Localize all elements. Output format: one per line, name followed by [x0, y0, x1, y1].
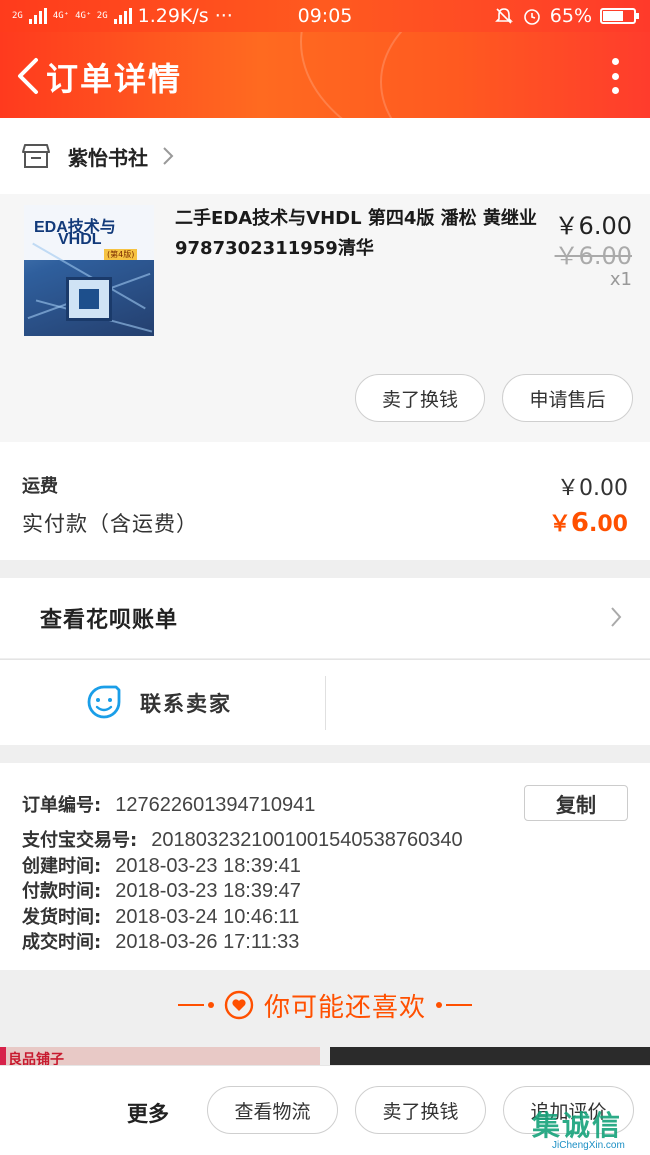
paid-decimal: .00	[589, 512, 628, 537]
status-time: 09:05	[297, 5, 353, 27]
resell-button[interactable]: 卖了换钱	[355, 374, 485, 422]
created-time-row: 创建时间: 2018-03-23 18:39:41	[22, 852, 301, 878]
item-original-price: ￥6.00	[554, 242, 632, 270]
signal-bars-icon-2	[113, 8, 132, 24]
signal-label-1: 2G	[12, 10, 23, 21]
item-quantity: x1	[609, 269, 632, 290]
signal-bars-icon	[28, 8, 47, 24]
paid-currency: ￥	[548, 512, 571, 537]
contact-row: 联系卖家	[0, 659, 650, 745]
created-time-value: 2018-03-23 18:39:41	[115, 855, 301, 877]
cover-title-2: VHDL	[58, 231, 102, 248]
view-logistics-button[interactable]: 查看物流	[207, 1086, 338, 1134]
more-options-icon[interactable]	[610, 58, 620, 94]
shop-icon	[22, 144, 50, 168]
recommend-title: 你可能还喜欢	[263, 992, 426, 1023]
alipay-trade-value: 2018032321001001540538760340	[151, 829, 463, 851]
status-left: 2G 4G⁺ 4G⁺ 2G 1.29K/s ···	[12, 5, 233, 27]
paid-int: 6	[570, 508, 590, 538]
shipping-label: 运费	[22, 476, 58, 497]
deal-time-label: 成交时间:	[22, 932, 102, 953]
paid-time-row: 付款时间: 2018-03-23 18:39:47	[22, 877, 301, 903]
watermark-logo: 集诚信 JiChengXin.com	[532, 1104, 644, 1152]
watermark-text: 集诚信	[532, 1110, 623, 1141]
divider	[325, 676, 326, 730]
heart-icon	[224, 990, 254, 1020]
page-title: 订单详情	[46, 60, 183, 98]
battery-fill	[603, 11, 623, 21]
after-sale-button[interactable]: 申请售后	[502, 374, 633, 422]
bottom-action-bar: 更多 查看物流 卖了换钱 追加评价 集诚信 JiChengXin.com	[0, 1065, 650, 1155]
shop-row[interactable]: 紫怡书社	[0, 118, 650, 194]
chat-smile-icon[interactable]	[86, 684, 122, 720]
status-right: 65%	[494, 5, 639, 27]
paid-time-label: 付款时间:	[22, 881, 102, 902]
network-speed: 1.29K/s	[137, 5, 209, 27]
more-button[interactable]: 更多	[127, 1098, 169, 1128]
shipped-time-label: 发货时间:	[22, 907, 102, 928]
signal-label-3: 4G⁺ 2G	[75, 10, 108, 21]
paid-time-value: 2018-03-23 18:39:47	[115, 880, 301, 902]
status-more-dots: ···	[214, 5, 233, 27]
shipped-time-row: 发货时间: 2018-03-24 10:46:11	[22, 903, 299, 929]
order-number-label: 订单编号:	[22, 795, 102, 816]
huabei-bill-row[interactable]: 查看花呗账单	[0, 578, 650, 658]
huabei-bill-label: 查看花呗账单	[40, 608, 179, 633]
item-title[interactable]: 二手EDA技术与VHDL 第四4版 潘松 黄继业 9787302311959清华	[175, 204, 540, 264]
shop-name: 紫怡书社	[68, 145, 148, 170]
recommend-banner: 你可能还喜欢	[0, 975, 650, 1035]
deal-time-row: 成交时间: 2018-03-26 17:11:33	[22, 928, 299, 954]
book-cover-image: EDA技术与 VHDL (第4版)	[24, 205, 154, 336]
fee-section: 运费 ￥0.00 实付款（含运费） ￥6.00	[0, 442, 650, 560]
header: 订单详情	[0, 32, 650, 118]
shipping-value: ￥0.00	[557, 476, 628, 501]
battery-icon	[600, 8, 639, 24]
watermark-sub: JiChengXin.com	[552, 1140, 625, 1151]
deal-time-value: 2018-03-26 17:11:33	[115, 931, 300, 953]
alipay-trade-row: 支付宝交易号: 2018032321001001540538760340	[22, 826, 463, 852]
order-item[interactable]: EDA技术与 VHDL (第4版) 二手EDA技术与VHDL 第四4版 潘松 黄…	[0, 194, 650, 442]
order-number-row: 订单编号: 127622601394710941	[22, 791, 315, 817]
status-bar: 2G 4G⁺ 4G⁺ 2G 1.29K/s ··· 09:05 65%	[0, 0, 650, 32]
cover-edition: (第4版)	[104, 249, 138, 260]
created-time-label: 创建时间:	[22, 856, 102, 877]
signal-label-2: 4G⁺	[52, 10, 70, 21]
alarm-icon	[523, 9, 540, 25]
shipped-time-value: 2018-03-24 10:46:11	[115, 906, 300, 928]
recommend-card-2[interactable]	[330, 1047, 650, 1067]
back-arrow-icon[interactable]	[14, 56, 44, 96]
battery-percent: 65%	[549, 5, 592, 27]
order-info: 订单编号: 127622601394710941 复制 支付宝交易号: 201803…	[0, 763, 650, 970]
paid-total: ￥6.00	[549, 506, 628, 538]
resell-bottom-button[interactable]: 卖了换钱	[355, 1086, 486, 1134]
contact-seller-button[interactable]: 联系卖家	[140, 688, 232, 718]
chevron-right-icon	[163, 147, 174, 165]
mute-bell-icon	[494, 8, 513, 24]
chevron-right-icon	[611, 607, 622, 627]
recommend-card-1[interactable]: 良品铺子	[0, 1047, 320, 1067]
paid-label: 实付款（含运费）	[22, 512, 198, 536]
order-number-value: 127622601394710941	[115, 794, 316, 816]
copy-button[interactable]: 复制	[524, 785, 628, 821]
alipay-trade-label: 支付宝交易号:	[22, 830, 138, 851]
